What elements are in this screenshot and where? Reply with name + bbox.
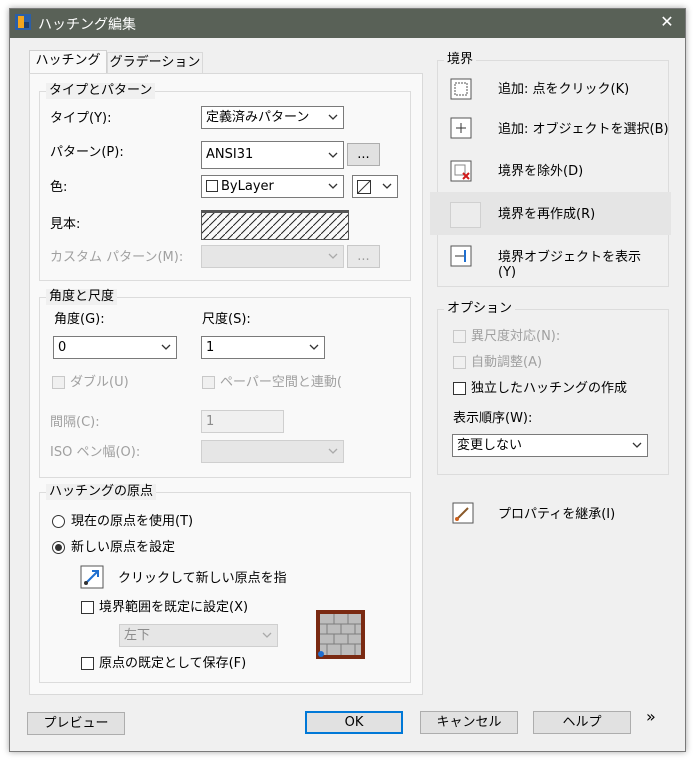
specify-origin-label: 新しい原点を設定: [71, 540, 176, 555]
pick-points-icon[interactable]: [450, 78, 472, 100]
chevron-down-icon: [262, 632, 272, 638]
color-select[interactable]: ByLayer: [201, 175, 344, 198]
chevron-down-icon: [382, 183, 392, 189]
color-select-value: ByLayer: [221, 179, 274, 194]
custom-pattern-label: カスタム パターン(M):: [50, 250, 184, 265]
window-title: ハッチング編集: [38, 17, 136, 33]
tab-gradient-label: グラデーション: [109, 55, 201, 70]
iso-pen-width-label: ISO ペン幅(O):: [50, 445, 141, 460]
specify-origin-radio[interactable]: [52, 541, 65, 554]
remove-boundaries-label[interactable]: 境界を除外(D): [498, 164, 583, 180]
spacing-input[interactable]: 1: [201, 410, 284, 433]
chevron-down-icon: [328, 448, 338, 454]
recreate-boundary-icon: [450, 202, 481, 228]
default-boundary-extents-checkbox[interactable]: [81, 601, 94, 614]
angle-select-value: 0: [58, 340, 67, 355]
swatch-label: 見本:: [50, 217, 81, 232]
type-select-value: 定義済みパターン: [206, 110, 310, 125]
separate-hatches-checkbox[interactable]: [453, 382, 466, 395]
draw-order-label: 表示順序(W):: [453, 411, 533, 426]
preview-button[interactable]: プレビュー: [27, 712, 125, 735]
type-pattern-group-title: タイプとパターン: [46, 83, 156, 99]
title-bar[interactable]: ハッチング編集 ✕: [10, 9, 685, 38]
view-selections-icon[interactable]: [450, 245, 472, 267]
pattern-label: パターン(P):: [50, 145, 124, 160]
hatch-origin-group-title: ハッチングの原点: [46, 484, 157, 500]
brick-origin-preview-icon: [316, 610, 365, 659]
chevron-down-icon: [328, 253, 338, 259]
close-icon[interactable]: ✕: [657, 12, 677, 32]
associative-label: 自動調整(A): [471, 355, 543, 370]
select-objects-icon[interactable]: [450, 117, 472, 139]
origin-position-value: 左下: [124, 628, 151, 643]
options-group-title: オプション: [444, 301, 516, 317]
add-select-objects-label[interactable]: 追加: オブジェクトを選択(B): [498, 122, 669, 138]
double-label: ダブル(U): [70, 375, 129, 390]
custom-pattern-browse-button[interactable]: ...: [347, 245, 380, 268]
relative-paperspace-label: ペーパー空間と連動(: [220, 375, 342, 390]
pattern-browse-button[interactable]: ...: [347, 143, 380, 166]
color-swatch-box: [206, 180, 218, 192]
recreate-boundary-label[interactable]: 境界を再作成(R): [498, 207, 595, 223]
more-options-icon[interactable]: »: [646, 709, 656, 725]
annotative-label: 異尺度対応(N):: [471, 329, 561, 344]
separate-hatches-label: 独立したハッチングの作成: [471, 381, 628, 396]
draw-order-value: 変更しない: [457, 438, 523, 453]
angle-scale-group-title: 角度と尺度: [46, 289, 118, 305]
scale-select[interactable]: 1: [201, 336, 325, 359]
remove-boundaries-icon[interactable]: [450, 160, 472, 182]
use-current-origin-label: 現在の原点を使用(T): [71, 514, 194, 529]
double-checkbox[interactable]: [52, 376, 65, 389]
type-select[interactable]: 定義済みパターン: [201, 106, 344, 129]
annotative-checkbox[interactable]: [453, 330, 466, 343]
color-label: 色:: [50, 180, 68, 195]
store-default-origin-label: 原点の既定として保存(F): [99, 656, 247, 671]
hatch-edit-dialog: ハッチング編集 ✕ ハッチング グラデーション タイプとパターン タイプ(Y):…: [9, 8, 686, 752]
no-fill-icon: [357, 180, 371, 194]
relative-paperspace-checkbox[interactable]: [202, 376, 215, 389]
use-current-origin-radio[interactable]: [52, 515, 65, 528]
chevron-down-icon: [161, 344, 171, 350]
pattern-swatch-preview[interactable]: [201, 210, 349, 240]
scale-select-value: 1: [206, 340, 215, 355]
click-origin-icon[interactable]: [80, 565, 104, 589]
inherit-properties-label[interactable]: プロパティを継承(I): [498, 507, 615, 523]
pattern-select-value: ANSI31: [206, 147, 254, 162]
chevron-down-icon: [309, 344, 319, 350]
ok-button[interactable]: OK: [305, 711, 403, 734]
pattern-select[interactable]: ANSI31: [201, 141, 344, 169]
tab-hatch-label: ハッチング: [35, 53, 101, 68]
draw-order-select[interactable]: 変更しない: [452, 434, 648, 457]
chevron-down-icon: [632, 442, 642, 448]
store-default-origin-checkbox[interactable]: [81, 657, 94, 670]
default-boundary-extents-label: 境界範囲を既定に設定(X): [99, 600, 249, 615]
type-label: タイプ(Y):: [50, 111, 112, 126]
add-pick-points-label[interactable]: 追加: 点をクリック(K): [498, 82, 629, 98]
chevron-down-icon: [328, 114, 338, 120]
iso-pen-width-select[interactable]: [201, 440, 344, 463]
chevron-down-icon: [328, 152, 338, 158]
angle-label: 角度(G):: [54, 312, 105, 327]
background-color-select[interactable]: [352, 175, 398, 198]
view-selections-label[interactable]: 境界オブジェクトを表示(Y): [498, 250, 658, 280]
spacing-label: 間隔(C):: [50, 415, 100, 430]
associative-checkbox[interactable]: [453, 356, 466, 369]
help-button[interactable]: ヘルプ: [533, 711, 631, 734]
click-set-origin-label[interactable]: クリックして新しい原点を指: [118, 571, 287, 587]
autocad-app-icon: [15, 14, 31, 30]
cancel-button[interactable]: キャンセル: [420, 711, 518, 734]
angle-select[interactable]: 0: [53, 336, 177, 359]
origin-position-select[interactable]: 左下: [119, 624, 278, 647]
chevron-down-icon: [328, 183, 338, 189]
inherit-properties-icon[interactable]: [452, 502, 474, 524]
tab-gradient[interactable]: グラデーション: [107, 52, 203, 74]
boundaries-group-title: 境界: [444, 52, 477, 68]
tab-hatch[interactable]: ハッチング: [29, 50, 107, 74]
scale-label: 尺度(S):: [202, 312, 251, 327]
custom-pattern-select[interactable]: [201, 245, 344, 268]
